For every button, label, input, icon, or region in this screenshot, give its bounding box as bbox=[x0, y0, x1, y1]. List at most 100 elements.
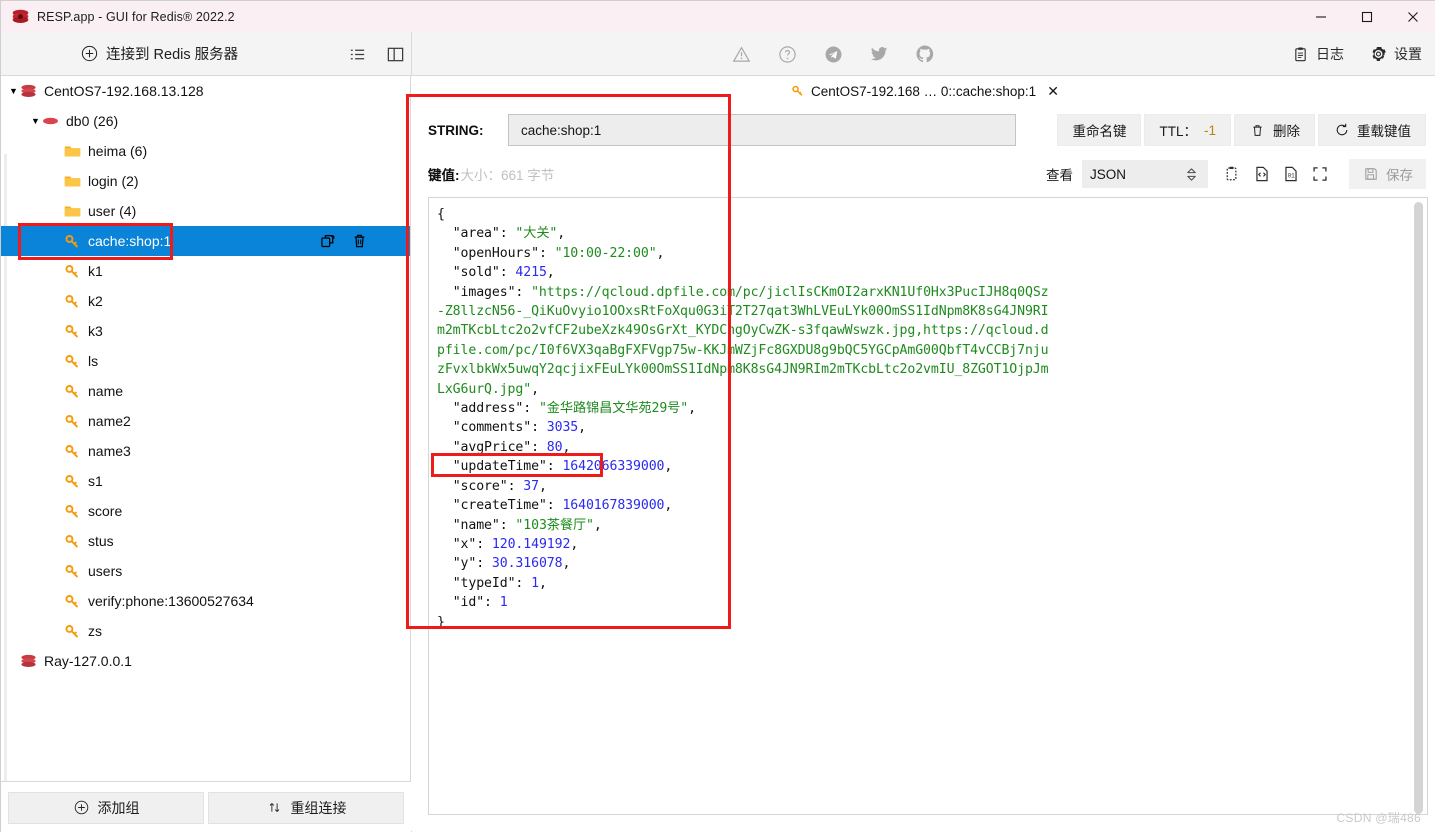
log-label: 日志 bbox=[1316, 46, 1344, 62]
twitter-icon[interactable] bbox=[869, 44, 889, 64]
tree-item-name3[interactable]: name3 bbox=[1, 436, 410, 466]
tree-item-s1[interactable]: s1 bbox=[1, 466, 410, 496]
tree-item-db0-26-[interactable]: ▼ db0 (26) bbox=[1, 106, 410, 136]
tree-item-ray-127.0.0.1[interactable]: Ray-127.0.0.1 bbox=[1, 646, 410, 676]
reload-value-label: 重载键值 bbox=[1357, 124, 1411, 139]
github-icon[interactable] bbox=[915, 44, 935, 64]
tree-item-label: s1 bbox=[88, 473, 103, 489]
floppy-save-icon bbox=[1362, 166, 1379, 183]
value-editor[interactable]: { "area": "大关", "openHours": "10:00-22:0… bbox=[428, 197, 1428, 815]
view-as-code-icon[interactable] bbox=[1252, 164, 1272, 184]
tree-item-label: Ray-127.0.0.1 bbox=[44, 653, 132, 669]
key-icon bbox=[789, 83, 806, 100]
tree-item-name[interactable]: name bbox=[1, 376, 410, 406]
tree-item-stus[interactable]: stus bbox=[1, 526, 410, 556]
tree-item-heima-6-[interactable]: heima (6) bbox=[1, 136, 410, 166]
minimize-button[interactable] bbox=[1298, 1, 1344, 32]
view-format-select[interactable]: JSON bbox=[1082, 160, 1208, 188]
expand-caret-icon[interactable]: ▼ bbox=[29, 116, 42, 126]
key-icon bbox=[64, 263, 81, 280]
json-content[interactable]: { "area": "大关", "openHours": "10:00-22:0… bbox=[429, 198, 1427, 632]
view-mode-label: 查看 bbox=[1046, 168, 1073, 183]
key-icon bbox=[64, 623, 81, 640]
tree-item-user-4-[interactable]: user (4) bbox=[1, 196, 410, 226]
tree-item-label: name3 bbox=[88, 443, 131, 459]
tree-item-k3[interactable]: k3 bbox=[1, 316, 410, 346]
tree-item-ls[interactable]: ls bbox=[1, 346, 410, 376]
app-logo-icon bbox=[11, 8, 29, 26]
split-pane-icon[interactable] bbox=[384, 43, 406, 65]
svg-text:01: 01 bbox=[1288, 173, 1296, 180]
delete-key-icon[interactable] bbox=[351, 233, 368, 250]
folder-icon bbox=[64, 203, 81, 220]
tree-item-name2[interactable]: name2 bbox=[1, 406, 410, 436]
tree-item-users[interactable]: users bbox=[1, 556, 410, 586]
list-view-icon[interactable] bbox=[346, 43, 368, 65]
ttl-button[interactable]: TTL： -1 bbox=[1144, 114, 1231, 146]
save-value-button[interactable]: 保存 bbox=[1349, 159, 1426, 189]
add-group-button[interactable]: 添加组 bbox=[8, 791, 204, 824]
key-icon bbox=[64, 563, 81, 580]
trash-icon bbox=[1249, 122, 1266, 139]
tree-item-score[interactable]: score bbox=[1, 496, 410, 526]
key-name-input[interactable]: cache:shop:1 bbox=[508, 114, 1016, 146]
reload-value-button[interactable]: 重载键值 bbox=[1318, 114, 1426, 146]
key-type-label: STRING: bbox=[428, 122, 484, 138]
maximize-button[interactable] bbox=[1344, 1, 1390, 32]
tree-item-label: heima (6) bbox=[88, 143, 148, 159]
tab-label: CentOS7-192.168 … 0::cache:shop:1 bbox=[811, 83, 1037, 99]
duplicate-key-icon[interactable] bbox=[320, 233, 337, 250]
warning-icon[interactable] bbox=[731, 44, 751, 64]
tab-cache-shop-1[interactable]: CentOS7-192.168 … 0::cache:shop:1 ✕ bbox=[783, 81, 1065, 102]
tree-item-centos7-192.168.13.128[interactable]: ▼ CentOS7-192.168.13.128 bbox=[1, 76, 410, 106]
refresh-icon bbox=[1333, 122, 1350, 139]
sort-arrows-icon bbox=[266, 799, 283, 816]
fullscreen-icon[interactable] bbox=[1310, 164, 1330, 184]
delete-key-button[interactable]: 删除 bbox=[1234, 114, 1315, 146]
rename-key-button[interactable]: 重命名键 bbox=[1057, 114, 1142, 146]
tree-item-k2[interactable]: k2 bbox=[1, 286, 410, 316]
key-icon bbox=[64, 383, 81, 400]
reorganize-connections-button[interactable]: 重组连接 bbox=[208, 791, 404, 824]
window-title: RESP.app - GUI for Redis® 2022.2 bbox=[37, 9, 235, 24]
tree-item-verify:phone:13600527634[interactable]: verify:phone:13600527634 bbox=[1, 586, 410, 616]
value-label: 键值: bbox=[428, 168, 460, 183]
tree-item-cache:shop:1[interactable]: cache:shop:1 bbox=[1, 226, 410, 256]
settings-button[interactable]: 设置 bbox=[1370, 44, 1422, 64]
tree-item-zs[interactable]: zs bbox=[1, 616, 410, 646]
reorganize-label: 重组连接 bbox=[290, 799, 347, 816]
clipboard-icon bbox=[1292, 46, 1309, 63]
help-icon[interactable] bbox=[777, 44, 797, 64]
log-button[interactable]: 日志 bbox=[1292, 44, 1344, 64]
server-stack-icon bbox=[20, 653, 37, 670]
key-icon bbox=[64, 323, 81, 340]
close-button[interactable] bbox=[1390, 1, 1435, 32]
paste-clipboard-icon[interactable] bbox=[1223, 164, 1243, 184]
tree-item-label: login (2) bbox=[88, 173, 139, 189]
expand-caret-icon[interactable]: ▼ bbox=[7, 86, 20, 96]
tree-item-label: db0 (26) bbox=[66, 113, 119, 129]
key-icon bbox=[64, 293, 81, 310]
view-as-binary-icon[interactable]: 01 bbox=[1281, 164, 1301, 184]
telegram-icon[interactable] bbox=[823, 44, 843, 64]
tree-item-label: k2 bbox=[88, 293, 103, 309]
key-icon bbox=[64, 413, 81, 430]
sidebar-footer: 添加组 重组连接 bbox=[1, 781, 411, 832]
view-controls: 查看 JSON 01 保存 bbox=[1046, 159, 1426, 189]
connect-to-redis-button[interactable]: 连接到 Redis 服务器 bbox=[81, 43, 238, 64]
toolbar-right-actions: 日志 设置 bbox=[1292, 32, 1422, 76]
tree-item-label: k3 bbox=[88, 323, 103, 339]
editor-scrollbar[interactable] bbox=[1414, 202, 1423, 814]
tree-item-label: k1 bbox=[88, 263, 103, 279]
tree-item-label: cache:shop:1 bbox=[88, 233, 172, 249]
ttl-prefix: TTL： bbox=[1159, 124, 1197, 139]
tree-item-k1[interactable]: k1 bbox=[1, 256, 410, 286]
tree-item-login-2-[interactable]: login (2) bbox=[1, 166, 410, 196]
main-toolbar: 连接到 Redis 服务器 日志 设置 bbox=[1, 32, 1435, 76]
tab-close-icon[interactable]: ✕ bbox=[1047, 83, 1059, 100]
folder-icon bbox=[64, 143, 81, 160]
ttl-value: -1 bbox=[1203, 122, 1216, 138]
save-label: 保存 bbox=[1386, 168, 1413, 183]
key-icon bbox=[64, 593, 81, 610]
folder-icon bbox=[64, 173, 81, 190]
